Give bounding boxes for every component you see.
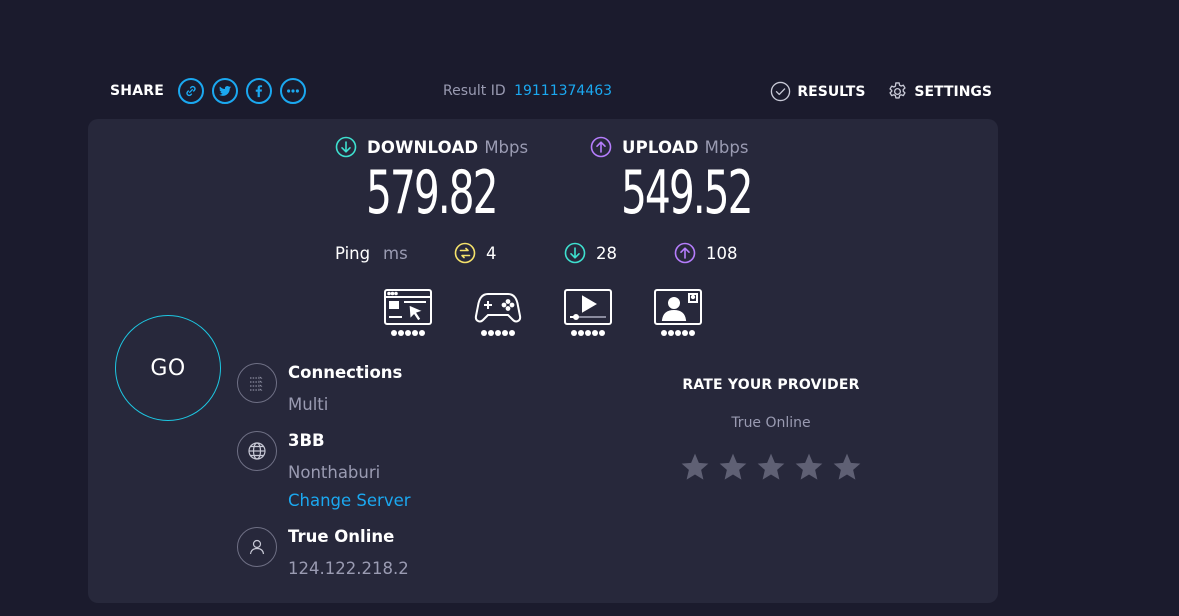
web-browsing-experience[interactable]	[384, 289, 432, 341]
upload-arrow-icon	[590, 136, 612, 158]
star-icon	[795, 453, 823, 480]
share-more-button[interactable]	[279, 78, 306, 104]
nav-right: RESULTS SETTINGS	[748, 81, 992, 102]
video-chat-experience[interactable]	[654, 289, 702, 341]
upload-metric: UPLOAD Mbps 549.52	[590, 135, 813, 225]
speedtest-page: SHARE Result ID 19111374463 RESULTS SETT…	[0, 0, 1179, 616]
go-button[interactable]: GO	[115, 315, 221, 421]
share-facebook-button[interactable]	[245, 78, 272, 104]
gear-icon	[889, 82, 907, 99]
result-panel: DOWNLOAD Mbps 579.82 UPLOAD Mbps 549.52 …	[88, 119, 998, 603]
connections-icon	[250, 375, 263, 391]
download-latency-icon	[564, 242, 586, 264]
settings-label: SETTINGS	[914, 83, 992, 100]
ping-download-value: 28	[596, 243, 617, 263]
ping-label: Ping	[335, 244, 371, 263]
idle-latency-icon	[454, 242, 476, 264]
check-circle-icon	[771, 81, 791, 102]
more-icon	[287, 89, 299, 93]
web-browsing-rating	[384, 330, 432, 336]
star-4[interactable]	[790, 451, 828, 487]
top-bar: SHARE Result ID 19111374463 RESULTS SETT…	[110, 76, 992, 108]
link-icon	[186, 85, 196, 97]
ping-upload: 108	[674, 242, 738, 264]
upload-value: 549.52	[621, 158, 754, 228]
change-server-link[interactable]: Change Server	[288, 491, 411, 510]
gaming-icon	[474, 293, 522, 323]
server-location: Nonthaburi	[288, 463, 381, 482]
rate-title: RATE YOUR PROVIDER	[682, 377, 860, 393]
video-streaming-icon	[564, 289, 612, 325]
result-id: Result ID 19111374463	[443, 83, 612, 99]
gaming-experience[interactable]	[474, 289, 522, 341]
user-icon	[249, 539, 265, 555]
ping-unit: ms	[383, 244, 408, 263]
share-label: SHARE	[110, 83, 164, 99]
connections-icon-wrap	[237, 363, 277, 403]
server-name: 3BB	[288, 431, 325, 450]
upload-unit: Mbps	[704, 137, 749, 157]
star-icon	[719, 453, 747, 480]
connections-title: Connections	[288, 363, 403, 382]
result-id-link[interactable]: 19111374463	[514, 83, 612, 99]
star-icon	[833, 453, 861, 480]
star-rating	[641, 451, 901, 487]
ping-idle: 4	[454, 242, 497, 264]
video-streaming-experience[interactable]	[564, 289, 612, 341]
video-chat-icon	[654, 289, 702, 325]
download-label: DOWNLOAD	[367, 137, 479, 157]
ping-row: Ping ms 4 28 108	[335, 242, 805, 268]
results-label: RESULTS	[797, 83, 866, 100]
user-icon-wrap	[237, 527, 277, 567]
globe-icon-wrap	[237, 431, 277, 471]
download-unit: Mbps	[484, 137, 529, 157]
star-3[interactable]	[752, 451, 790, 487]
upload-latency-icon	[674, 242, 696, 264]
share-twitter-button[interactable]	[211, 78, 238, 104]
share-bar: SHARE	[110, 76, 306, 106]
star-2[interactable]	[714, 451, 752, 487]
connections-value: Multi	[288, 395, 329, 414]
rate-isp: True Online	[731, 415, 811, 431]
globe-icon	[248, 442, 266, 460]
twitter-icon	[218, 86, 232, 96]
settings-link[interactable]: SETTINGS	[887, 81, 992, 102]
facebook-icon	[255, 85, 263, 98]
results-link[interactable]: RESULTS	[770, 81, 865, 102]
provider-ip: 124.122.218.2	[288, 559, 409, 578]
download-arrow-icon	[335, 136, 357, 158]
star-1[interactable]	[676, 451, 714, 487]
ping-download: 28	[564, 242, 617, 264]
result-id-label: Result ID	[443, 83, 506, 99]
video-streaming-rating	[564, 330, 612, 336]
download-value: 579.82	[366, 158, 499, 228]
web-browsing-icon	[384, 289, 432, 325]
gaming-rating	[474, 330, 522, 336]
video-chat-rating	[654, 330, 702, 336]
share-link-button[interactable]	[177, 78, 204, 104]
provider-name: True Online	[288, 527, 395, 546]
upload-label: UPLOAD	[622, 137, 699, 157]
download-metric: DOWNLOAD Mbps 579.82	[335, 135, 558, 225]
star-icon	[681, 453, 709, 480]
ping-idle-value: 4	[486, 243, 497, 263]
star-icon	[757, 453, 785, 480]
rate-provider: RATE YOUR PROVIDER True Online	[641, 377, 901, 487]
star-5[interactable]	[828, 451, 866, 487]
experience-icons	[384, 289, 704, 341]
ping-upload-value: 108	[706, 243, 738, 263]
